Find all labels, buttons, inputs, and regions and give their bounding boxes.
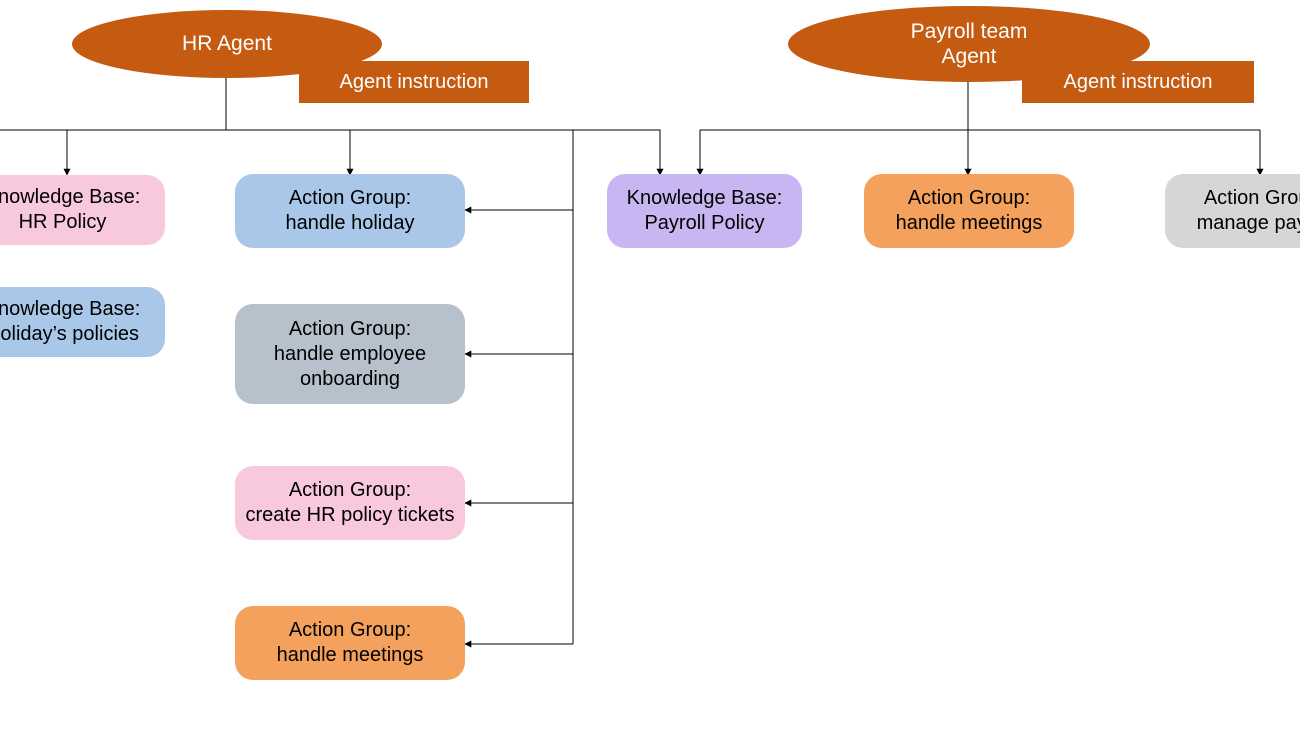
kb-hr-policy-label: Knowledge Base: HR Policy xyxy=(0,185,155,235)
diagram-connectors xyxy=(0,0,1300,731)
hr-agent-label: HR Agent xyxy=(182,31,272,56)
ag-hr-policy-tickets: Action Group: create HR policy tickets xyxy=(235,466,465,540)
ag-hr-policy-tickets-label: Action Group: create HR policy tickets xyxy=(246,478,455,528)
ag-manage-payroll-label: Action Group: manage payroll xyxy=(1197,186,1300,236)
payroll-agent-instruction: Agent instruction xyxy=(1022,61,1254,103)
ag-handle-meetings-payroll: Action Group: handle meetings xyxy=(864,174,1074,248)
hr-agent-instruction-label: Agent instruction xyxy=(340,71,489,94)
ag-manage-payroll: Action Group: manage payroll xyxy=(1165,174,1300,248)
payroll-agent-label: Payroll team Agent xyxy=(911,19,1028,69)
ag-handle-holiday: Action Group: handle holiday xyxy=(235,174,465,248)
hr-agent-instruction: Agent instruction xyxy=(299,61,529,103)
ag-handle-holiday-label: Action Group: handle holiday xyxy=(286,186,415,236)
ag-handle-meetings-hr-label: Action Group: handle meetings xyxy=(277,618,424,668)
kb-holiday-policies-label: Knowledge Base: Holiday’s policies xyxy=(0,297,155,347)
ag-handle-meetings-payroll-label: Action Group: handle meetings xyxy=(896,186,1043,236)
kb-payroll-policy-label: Knowledge Base: Payroll Policy xyxy=(617,186,792,236)
kb-holiday-policies: Knowledge Base: Holiday’s policies xyxy=(0,287,165,357)
ag-handle-onboarding-label: Action Group: handle employee onboarding xyxy=(245,317,455,392)
payroll-agent-instruction-label: Agent instruction xyxy=(1064,71,1213,94)
kb-hr-policy: Knowledge Base: HR Policy xyxy=(0,175,165,245)
ag-handle-onboarding: Action Group: handle employee onboarding xyxy=(235,304,465,404)
ag-handle-meetings-hr: Action Group: handle meetings xyxy=(235,606,465,680)
kb-payroll-policy: Knowledge Base: Payroll Policy xyxy=(607,174,802,248)
